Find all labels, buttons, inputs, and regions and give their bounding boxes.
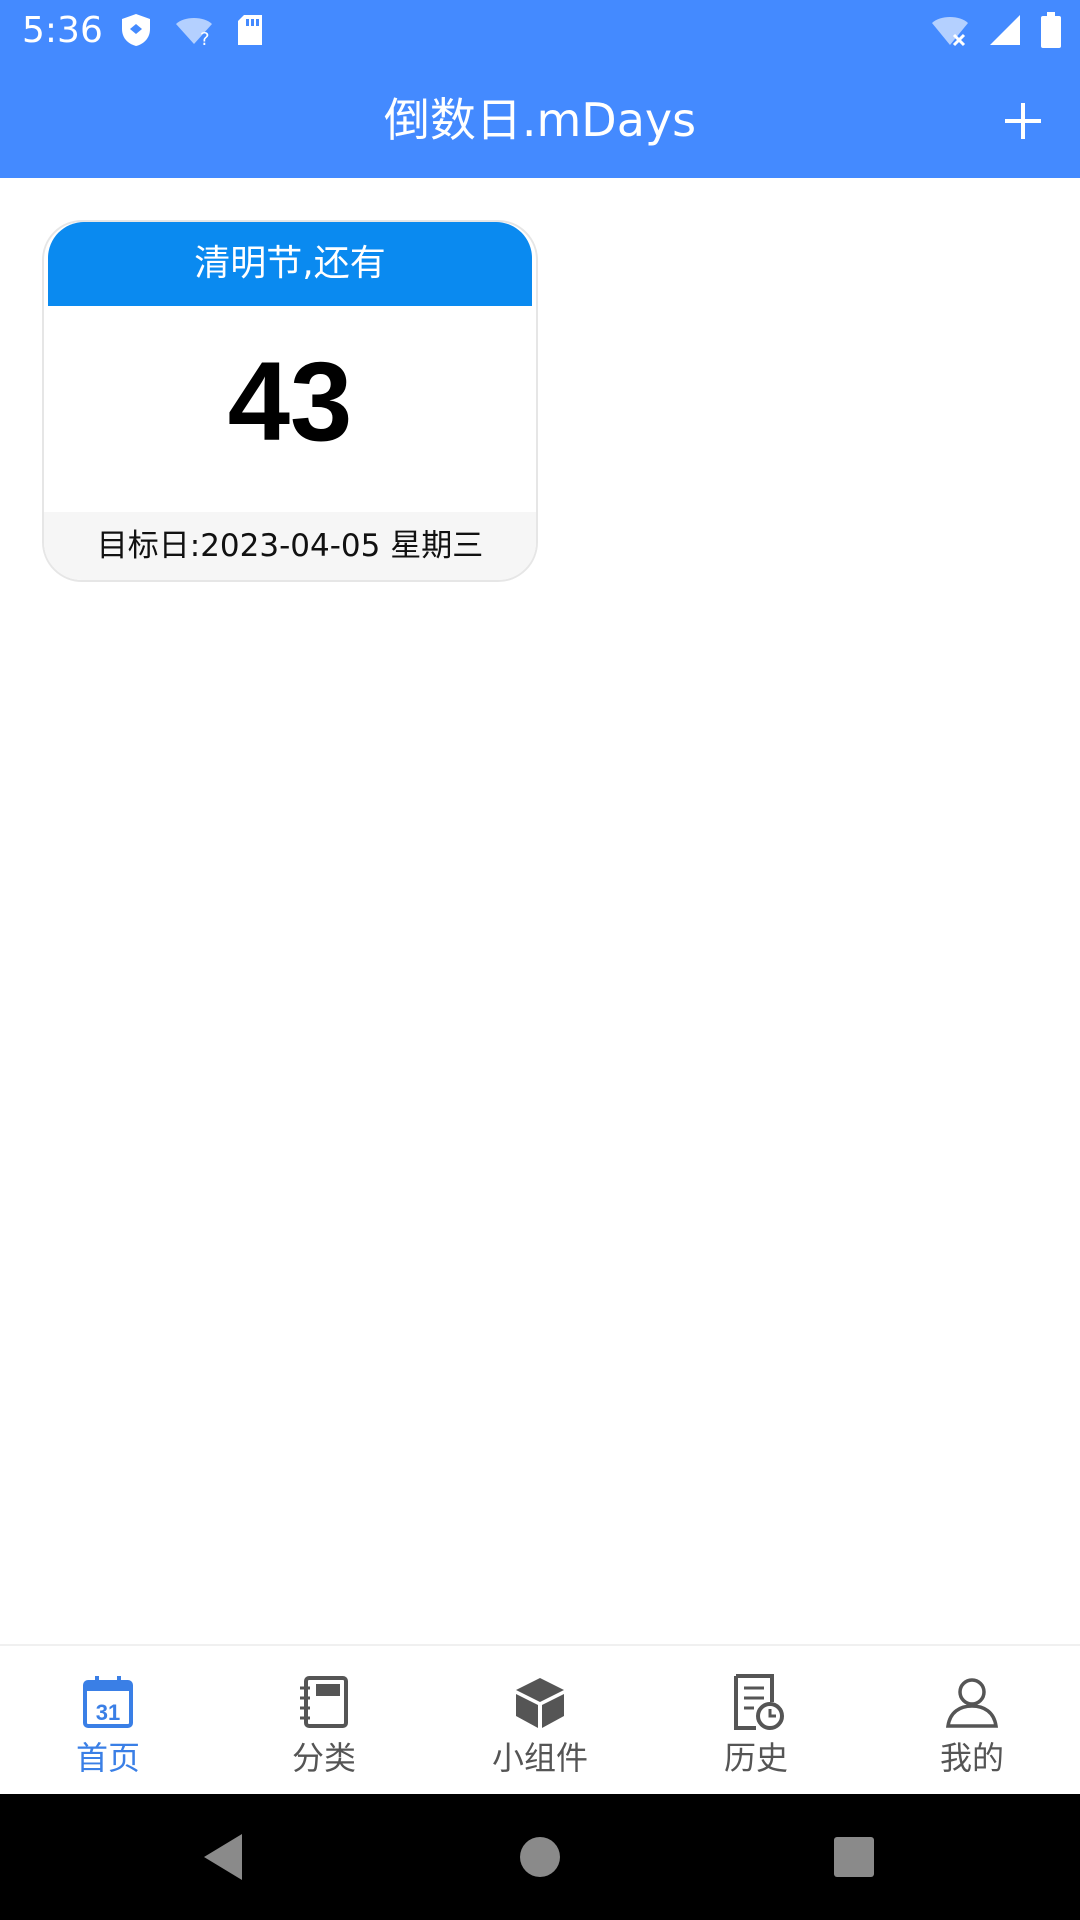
sd-card-icon bbox=[238, 15, 262, 45]
target-date: 目标日:2023-04-05 星期三 bbox=[44, 512, 536, 580]
nav-item-category[interactable]: 分类 bbox=[216, 1646, 432, 1796]
nav-label-widgets: 小组件 bbox=[491, 1739, 588, 1777]
system-nav-bar bbox=[0, 1794, 1080, 1920]
bottom-nav: 31 首页 分类 小组件 历史 我的 bbox=[0, 1644, 1080, 1796]
status-time: 5:36 bbox=[22, 10, 103, 51]
wifi-x-icon bbox=[932, 17, 968, 47]
notebook-icon bbox=[300, 1676, 348, 1728]
days-remaining: 43 bbox=[227, 339, 353, 464]
home-icon[interactable] bbox=[513, 1830, 567, 1884]
shield-icon bbox=[122, 14, 150, 46]
user-icon bbox=[945, 1678, 999, 1728]
battery-icon bbox=[1041, 12, 1061, 48]
calendar-31-icon: 31 bbox=[83, 1676, 133, 1728]
nav-label-home: 首页 bbox=[75, 1739, 140, 1777]
svg-text:?: ? bbox=[200, 29, 210, 46]
add-button[interactable] bbox=[986, 84, 1060, 158]
back-icon[interactable] bbox=[198, 1830, 252, 1884]
signal-icon bbox=[990, 15, 1020, 45]
nav-item-widgets[interactable]: 小组件 bbox=[432, 1646, 648, 1796]
app-title: 倒数日.mDays bbox=[383, 93, 697, 147]
recents-icon[interactable] bbox=[827, 1830, 881, 1884]
nav-item-history[interactable]: 历史 bbox=[648, 1646, 864, 1796]
countdown-card[interactable]: 清明节,还有 43 目标日:2023-04-05 星期三 bbox=[42, 220, 538, 582]
nav-label-history: 历史 bbox=[723, 1739, 788, 1777]
card-header: 清明节,还有 bbox=[48, 222, 532, 306]
status-bar: 5:36 ? bbox=[0, 0, 1080, 62]
history-document-icon bbox=[734, 1674, 784, 1730]
svg-text:31: 31 bbox=[96, 1700, 120, 1725]
cube-icon bbox=[516, 1678, 564, 1728]
nav-label-category: 分类 bbox=[291, 1739, 356, 1777]
nav-item-home[interactable]: 31 首页 bbox=[0, 1646, 216, 1796]
nav-label-mine: 我的 bbox=[939, 1739, 1004, 1777]
wifi-question-icon: ? bbox=[176, 18, 212, 46]
plus-icon bbox=[1005, 103, 1041, 139]
nav-item-mine[interactable]: 我的 bbox=[864, 1646, 1080, 1796]
app-bar: 倒数日.mDays bbox=[0, 62, 1080, 178]
